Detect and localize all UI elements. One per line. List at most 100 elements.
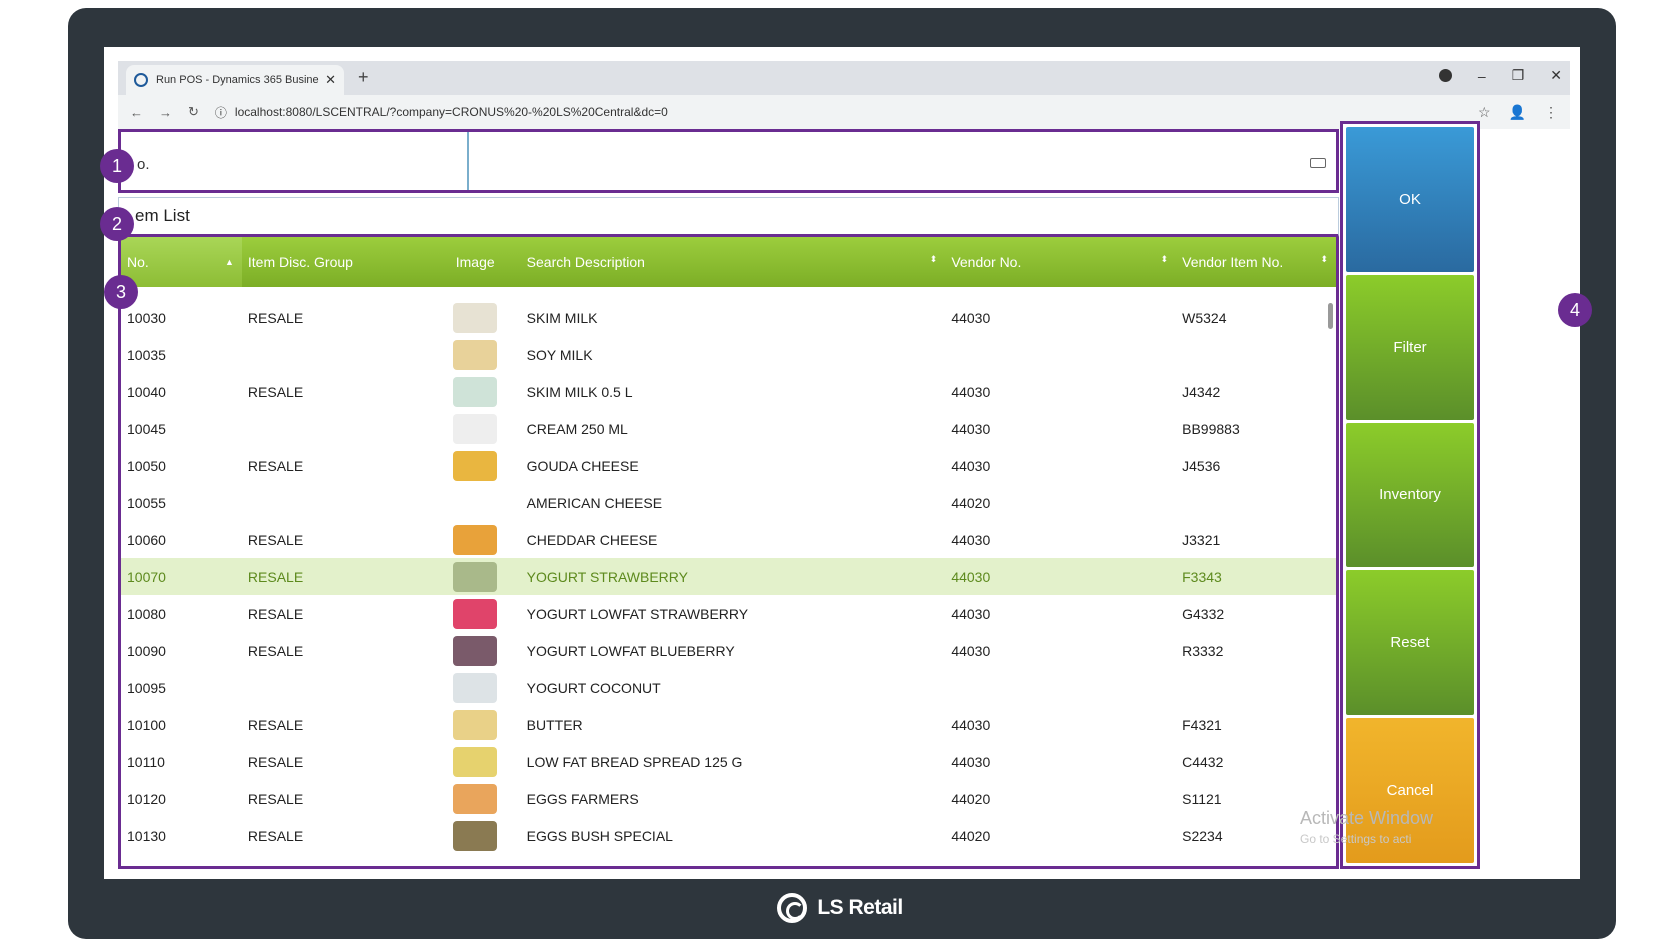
star-icon[interactable]: ☆ [1478,104,1491,121]
item-image [453,635,498,666]
cell-item-no: 10055 [127,494,166,511]
cell-item-no: 10050 [127,457,166,474]
table-row[interactable]: 10040 RESALE SKIM MILK 0.5 L 44030 J4342 [121,373,1336,410]
callout-4: 4 [1558,293,1592,327]
table-row[interactable]: 10080 RESALE YOGURT LOWFAT STRAWBERRY 44030… [121,595,1336,632]
forward-icon[interactable]: → [159,105,172,120]
cell-vendor-no: 44020 [951,827,991,844]
cell-vendor-no: 44030 [951,420,991,437]
cell-description: YOGURT LOWFAT BLUEBERRY [526,642,735,659]
browser-window: Run POS - Dynamics 365 Busine: ✕ + – ❐ ✕… [104,47,1580,879]
column-header-no[interactable]: No. ▲ [121,237,242,287]
cell-description: GOUDA CHEESE [526,457,639,474]
cell-description: SOY MILK [526,346,593,363]
callout-3: 3 [104,275,138,309]
cell-description: LOW FAT BREAD SPREAD 125 G [526,753,743,770]
cell-item-no: 10120 [127,790,166,807]
menu-icon[interactable]: ⋮ [1544,104,1558,121]
item-image [453,783,498,814]
table-row[interactable]: 10060 RESALE CHEDDAR CHEESE 44030 J3321 [121,521,1336,558]
cell-disc-group: RESALE [247,790,304,807]
browser-tab[interactable]: Run POS - Dynamics 365 Busine: ✕ [126,65,344,95]
new-tab-button[interactable]: + [358,67,369,88]
column-header-vendor-no[interactable]: Vendor No. ⬍ [945,254,1176,270]
table-row[interactable]: 10120 RESALE EGGS FARMERS 44020 S1121 [121,780,1336,817]
cell-item-no: 10040 [127,383,166,400]
cell-vendor-item-no: BB99883 [1182,420,1240,437]
cell-image [424,672,521,703]
cell-vendor-item-no: J4536 [1182,457,1221,474]
tab-close-icon[interactable]: ✕ [325,72,336,88]
cell-vendor-no: 44030 [951,568,991,585]
table-row[interactable]: 10070 RESALE YOGURT STRAWBERRY 44030 F3343 [121,558,1336,595]
ls-retail-brand: LS Retail [0,890,1680,926]
table-row[interactable]: 10035 SOY MILK [121,336,1336,373]
table-row[interactable]: 10055 AMERICAN CHEESE 44020 [121,484,1336,521]
cell-vendor-no: 44020 [951,790,991,807]
ok-button[interactable]: OK [1346,127,1474,272]
item-image [453,450,498,481]
table-row[interactable]: 10030 RESALE SKIM MILK 44030 W5324 [121,299,1336,336]
cell-item-no: 10070 [127,568,166,585]
cell-image [424,450,521,481]
table-row[interactable]: 10100 RESALE BUTTER 44030 F4321 [121,706,1336,743]
column-header-image[interactable]: Image [424,254,521,270]
cell-vendor-no: 44030 [951,605,991,622]
cell-image [424,302,521,333]
window-controls: – ❐ ✕ [1438,67,1562,84]
cell-item-no: 10035 [127,346,166,363]
reset-button[interactable]: Reset [1346,570,1474,716]
item-image [453,376,498,407]
inventory-button[interactable]: Inventory [1346,422,1474,568]
item-image [453,746,498,777]
cell-description: EGGS FARMERS [526,790,639,807]
cell-vendor-item-no: S1121 [1182,790,1222,807]
cell-vendor-item-no: J4342 [1182,383,1221,400]
cell-item-no: 10100 [127,716,166,733]
grid-header: No. ▲ Item Disc. Group Image Search Descr… [121,237,1336,287]
cell-item-no: 10060 [127,531,166,548]
action-panel: OK Filter Inventory Reset Cancel [1340,121,1480,869]
cell-item-no: 10080 [127,605,166,622]
column-header-description[interactable]: Search Description ⬍ [521,254,946,270]
close-window-button[interactable]: ✕ [1550,67,1562,84]
tab-title: Run POS - Dynamics 365 Busine: [156,74,320,86]
back-icon[interactable]: ← [130,105,143,120]
reload-icon[interactable]: ↻ [188,104,199,120]
table-row[interactable]: 10095 YOGURT COCONUT [121,669,1336,706]
table-row[interactable]: 10110 RESALE LOW FAT BREAD SPREAD 125 G 440… [121,743,1336,780]
profile-icon[interactable]: 👤 [1509,104,1526,121]
sort-asc-icon: ▲ [224,257,234,267]
cell-vendor-item-no: F4321 [1182,716,1222,733]
minimize-button[interactable]: – [1478,68,1486,84]
item-no-input[interactable] [467,132,1336,190]
restore-button[interactable]: ❐ [1512,67,1525,84]
activate-windows-watermark: Activate Window [1300,808,1434,828]
column-header-vendor-item-no[interactable]: Vendor Item No. ⬍ [1176,254,1336,270]
cell-image [424,561,521,592]
grid-scrollbar[interactable] [1328,303,1333,329]
dynamics-favicon-icon [134,73,148,87]
cell-description: YOGURT STRAWBERRY [526,568,688,585]
table-row[interactable]: 10050 RESALE GOUDA CHEESE 44030 J4536 [121,447,1336,484]
table-row[interactable]: 10090 RESALE YOGURT LOWFAT BLUEBERRY 44030 R… [121,632,1336,669]
cell-vendor-no: 44030 [951,753,991,770]
cell-description: SKIM MILK 0.5 L [526,383,633,400]
cell-vendor-item-no: C4432 [1182,753,1224,770]
column-header-disc-group[interactable]: Item Disc. Group [242,254,424,270]
browser-menu-dot-icon[interactable] [1438,69,1452,82]
cell-description: BUTTER [526,716,583,733]
site-info-icon[interactable]: ⓘ [215,104,227,121]
keyboard-icon[interactable] [1310,158,1326,168]
grid-rows: 10030 RESALE SKIM MILK 44030 W5324 10035 SOY M… [121,287,1336,854]
cell-vendor-item-no: F3343 [1182,568,1222,585]
table-row[interactable]: 10045 CREAM 250 ML 44030 BB99883 [121,410,1336,447]
cell-image [424,709,521,740]
cell-vendor-no: 44030 [951,531,991,548]
url-field[interactable]: ⓘ localhost:8080/LSCENTRAL/?company=CRON… [215,104,1462,121]
table-row[interactable]: 10130 RESALE EGGS BUSH SPECIAL 44020 S2234 [121,817,1336,854]
cell-description: EGGS BUSH SPECIAL [526,827,673,844]
cell-item-no: 10110 [127,753,165,770]
input-label: o. [137,156,150,173]
filter-button[interactable]: Filter [1346,274,1474,420]
